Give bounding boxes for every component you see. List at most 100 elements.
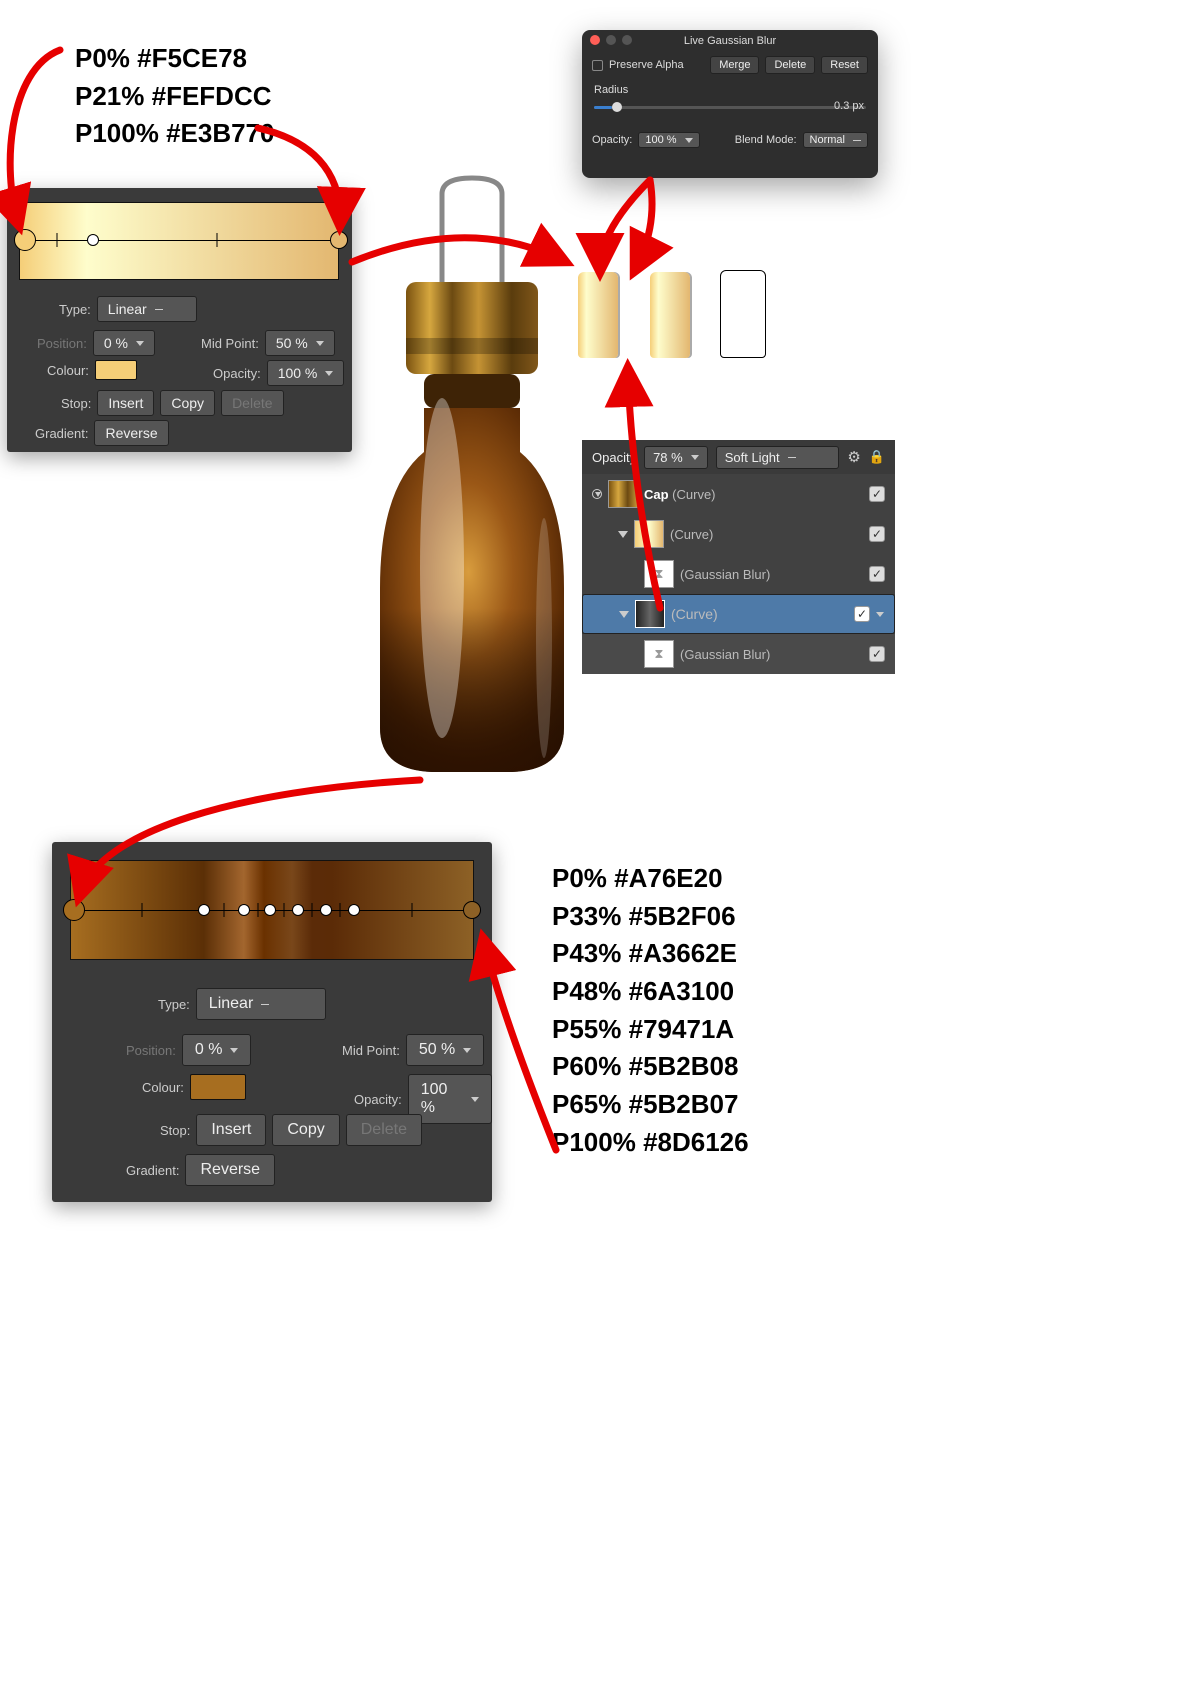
midpoint-select[interactable]: 50 %	[406, 1034, 484, 1066]
radius-label: Radius	[582, 78, 878, 96]
gradient-stop[interactable]	[320, 904, 332, 916]
cap-piece-gold-2	[650, 272, 690, 358]
position-select[interactable]: 0 %	[182, 1034, 252, 1066]
layer-curve-2-selected[interactable]: (Curve) ✓	[582, 594, 895, 634]
annotation-bronze-p55: P55% #79471A	[552, 1011, 749, 1049]
reverse-button[interactable]: Reverse	[94, 420, 168, 446]
copy-button[interactable]: Copy	[272, 1114, 339, 1146]
cap-piece-gold-1	[578, 272, 618, 358]
preserve-alpha-checkbox[interactable]	[592, 60, 603, 71]
gradient-stop[interactable]	[238, 904, 250, 916]
layer-curve-1[interactable]: (Curve) ✓	[582, 514, 895, 554]
colour-label: Colour:	[47, 363, 89, 378]
midpoint-label: Mid Point:	[201, 336, 259, 351]
visibility-checkbox[interactable]: ✓	[869, 566, 885, 582]
delete-button[interactable]: Delete	[221, 390, 283, 416]
copy-button[interactable]: Copy	[160, 390, 215, 416]
lock-icon[interactable]: 🔒	[869, 449, 885, 465]
position-select[interactable]: 0 %	[93, 330, 155, 356]
annotation-gold-p100: P100% #E3B770	[75, 115, 274, 153]
opacity-label: Opacity:	[354, 1092, 402, 1107]
reverse-button[interactable]: Reverse	[185, 1154, 275, 1186]
gradient-stop[interactable]	[463, 901, 481, 919]
position-label: Position:	[126, 1043, 176, 1058]
layer-thumb	[635, 600, 665, 628]
annotation-bronze-p65: P65% #5B2B07	[552, 1086, 749, 1124]
layer-thumb	[634, 520, 664, 548]
annotation-bronze-p100: P100% #8D6126	[552, 1124, 749, 1162]
preserve-alpha-label: Preserve Alpha	[609, 59, 684, 71]
visibility-checkbox[interactable]: ✓	[869, 486, 885, 502]
bottle-illustration	[372, 168, 572, 776]
gradient-stop[interactable]	[87, 234, 99, 246]
gauss-blend-label: Blend Mode:	[735, 134, 797, 146]
annotation-gold-p0: P0% #F5CE78	[75, 40, 274, 78]
gradient-stop[interactable]	[63, 899, 85, 921]
disclosure-icon[interactable]	[619, 611, 629, 618]
visibility-checkbox[interactable]: ✓	[869, 526, 885, 542]
layers-opacity-label: Opacity	[592, 450, 636, 465]
disclosure-icon[interactable]	[592, 489, 602, 499]
visibility-checkbox[interactable]: ✓	[869, 646, 885, 662]
gradient-stop[interactable]	[14, 229, 36, 251]
colour-swatch[interactable]	[95, 360, 137, 380]
stop-label: Stop:	[61, 396, 91, 411]
zoom-icon[interactable]	[622, 35, 632, 45]
gradient-stop[interactable]	[292, 904, 304, 916]
gradient-stop[interactable]	[264, 904, 276, 916]
panel-title: Live Gaussian Blur	[684, 35, 776, 47]
annotation-bronze-p60: P60% #5B2B08	[552, 1048, 749, 1086]
type-select[interactable]: Linear	[196, 988, 326, 1020]
merge-button[interactable]: Merge	[710, 56, 759, 74]
delete-button[interactable]: Delete	[765, 56, 815, 74]
gradient-preview-gold[interactable]	[19, 202, 339, 280]
delete-button[interactable]: Delete	[346, 1114, 422, 1146]
gauss-opacity-label: Opacity:	[592, 134, 632, 146]
annotation-bronze-p33: P33% #5B2F06	[552, 898, 749, 936]
type-label: Type:	[59, 302, 91, 317]
annotation-bronze-p0: P0% #A76E20	[552, 860, 749, 898]
midpoint-select[interactable]: 50 %	[265, 330, 335, 356]
type-label: Type:	[158, 997, 190, 1012]
layer-cap[interactable]: Cap (Curve) ✓	[582, 474, 895, 514]
minimize-icon[interactable]	[606, 35, 616, 45]
insert-button[interactable]: Insert	[97, 390, 154, 416]
gaussian-blur-panel: Live Gaussian Blur Preserve Alpha Merge …	[582, 30, 878, 178]
position-label: Position:	[37, 336, 87, 351]
gradient-stop[interactable]	[348, 904, 360, 916]
layer-gaussian-2[interactable]: ⧗ (Gaussian Blur) ✓	[582, 634, 895, 674]
opacity-label: Opacity:	[213, 366, 261, 381]
layers-panel: Opacity 78 % Soft Light ⚙ 🔒 Cap (Curve) …	[582, 440, 895, 674]
reset-button[interactable]: Reset	[821, 56, 868, 74]
gauss-opacity-select[interactable]: 100 %	[638, 132, 699, 148]
layer-thumb	[608, 480, 638, 508]
disclosure-icon[interactable]	[618, 531, 628, 538]
annotation-bronze-p43: P43% #A3662E	[552, 935, 749, 973]
gradient-stop[interactable]	[198, 904, 210, 916]
gradient-label: Gradient:	[126, 1163, 179, 1178]
layer-thumb: ⧗	[644, 560, 674, 588]
layers-opacity-select[interactable]: 78 %	[644, 446, 708, 469]
gauss-blend-select[interactable]: Normal	[803, 132, 868, 148]
close-icon[interactable]	[590, 35, 600, 45]
type-select[interactable]: Linear	[97, 296, 197, 322]
cap-piece-outline	[720, 270, 766, 358]
gradient-panel-gold: Type: Linear Position: 0 % Mid Point: 50…	[7, 188, 352, 452]
colour-swatch[interactable]	[190, 1074, 246, 1100]
layers-blend-select[interactable]: Soft Light	[716, 446, 840, 469]
midpoint-label: Mid Point:	[342, 1043, 400, 1058]
stop-label: Stop:	[160, 1123, 190, 1138]
gradient-stop[interactable]	[330, 231, 348, 249]
radius-slider[interactable]	[594, 100, 866, 114]
opacity-select[interactable]: 100 %	[267, 360, 345, 386]
visibility-checkbox[interactable]: ✓	[854, 606, 870, 622]
gradient-label: Gradient:	[35, 426, 88, 441]
colour-label: Colour:	[142, 1080, 184, 1095]
layer-thumb: ⧗	[644, 640, 674, 668]
insert-button[interactable]: Insert	[196, 1114, 266, 1146]
annotation-gold-p21: P21% #FEFDCC	[75, 78, 274, 116]
layer-gaussian-1[interactable]: ⧗ (Gaussian Blur) ✓	[582, 554, 895, 594]
radius-value: 0.3 px	[834, 100, 864, 112]
gradient-panel-bronze: Type: Linear Position: 0 % Mid Point: 50…	[52, 842, 492, 1202]
gear-icon[interactable]: ⚙	[847, 448, 860, 466]
